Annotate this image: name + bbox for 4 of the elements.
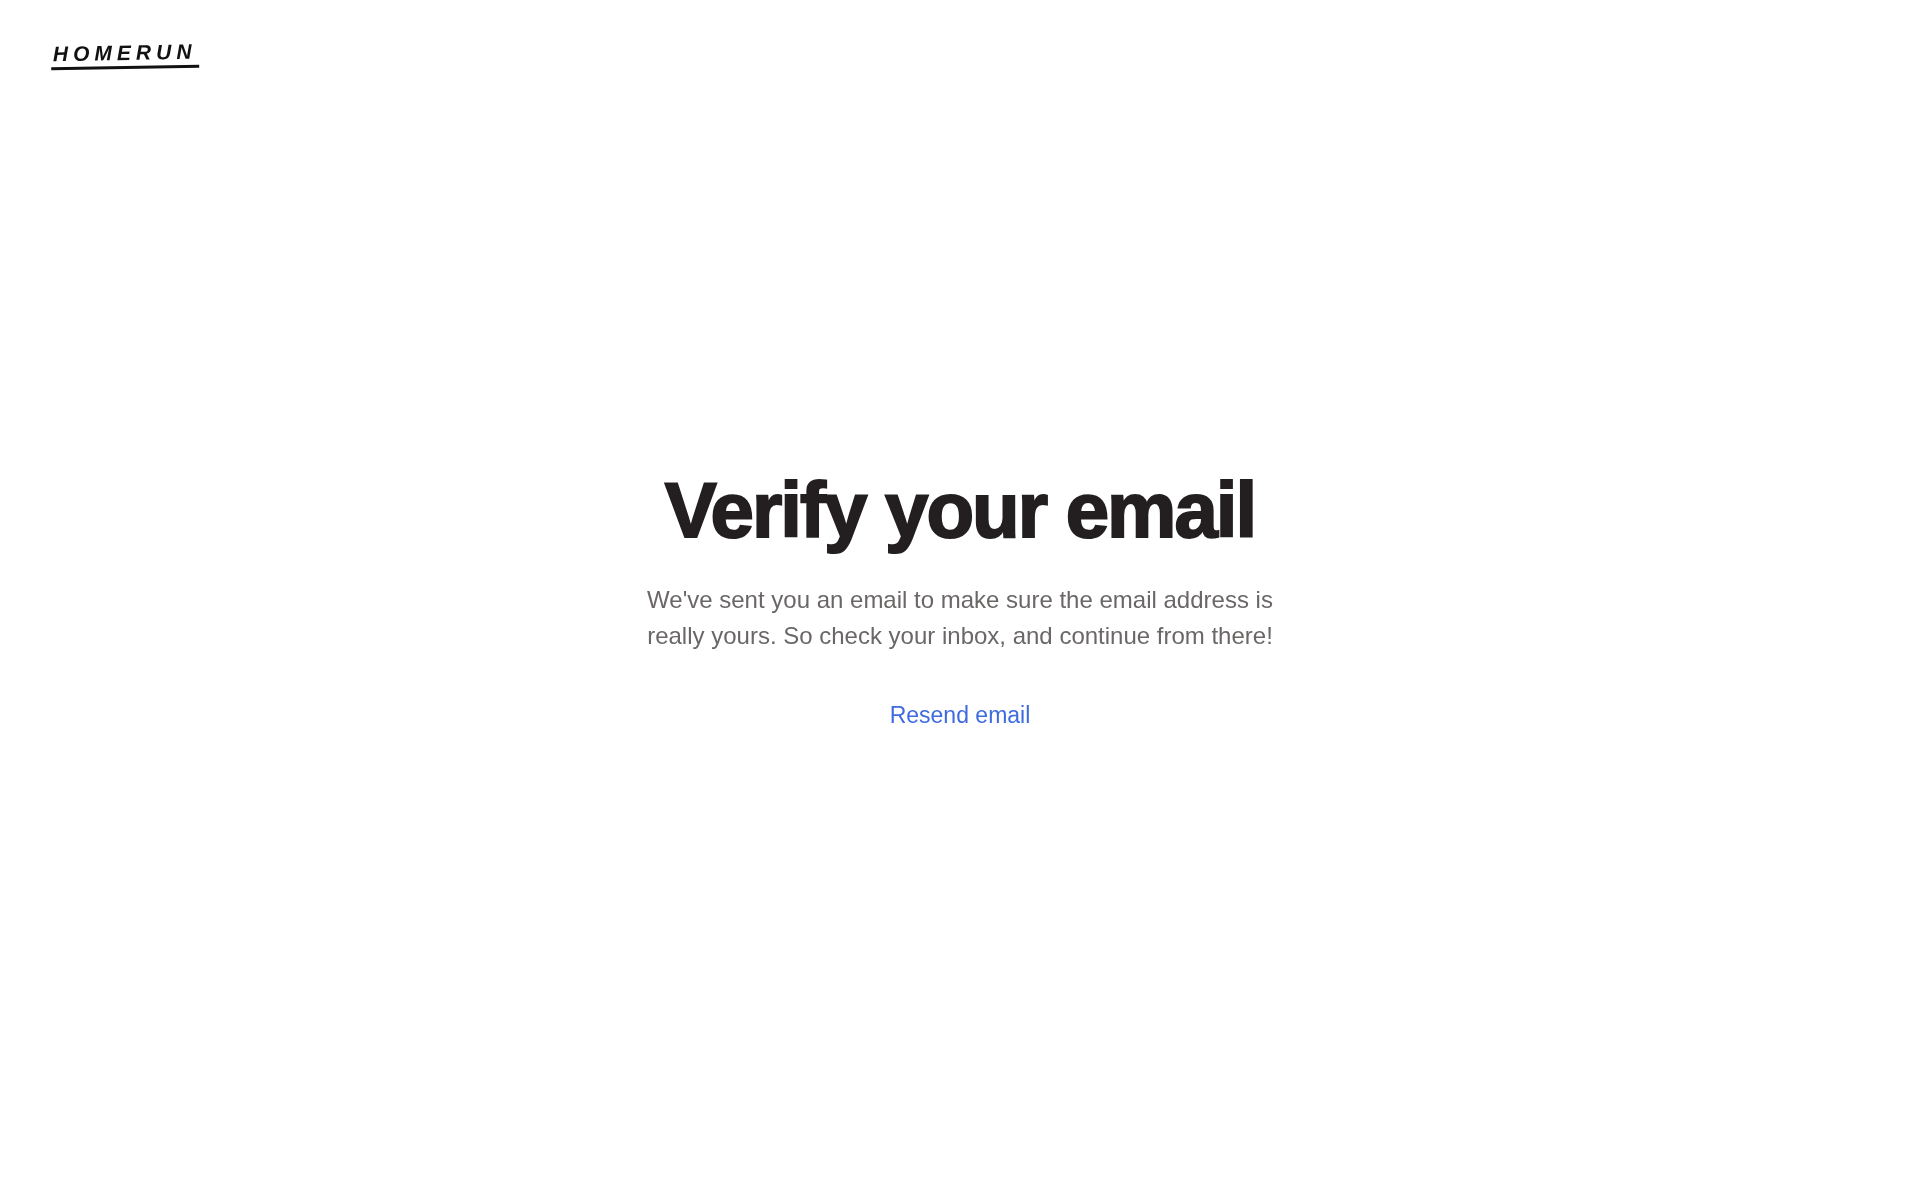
resend-email-link[interactable]: Resend email: [889, 697, 1031, 733]
logo[interactable]: HOMERUN: [50, 40, 199, 71]
message-text: We've sent you an email to make sure the email address is really yours. So check your inbox, and continue from there!: [646, 584, 1274, 651]
page-title: Verify your email: [664, 467, 1256, 554]
